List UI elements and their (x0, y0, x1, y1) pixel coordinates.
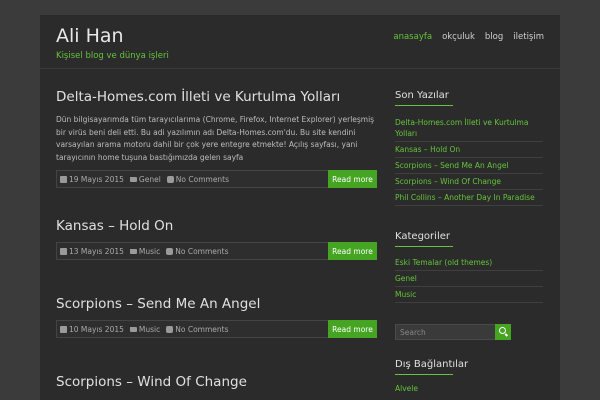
nav-item-blog[interactable]: blog (485, 32, 503, 42)
read-more-button[interactable]: Read more (328, 242, 377, 260)
site-title[interactable]: Ali Han (56, 25, 124, 47)
nav-item-anasayfa[interactable]: anasayfa (393, 32, 432, 42)
post-item: Kansas – Hold On 13 Mayıs 2015 Music No … (56, 218, 377, 260)
recent-posts-list: Delta-Homes.com İlleti ve Kurtulma Yolla… (395, 115, 543, 206)
widget-title-links: Dış Bağlantılar (395, 359, 468, 375)
folder-icon (129, 326, 137, 332)
recent-post-link[interactable]: Scorpions – Send Me An Angel (395, 158, 543, 174)
post-title[interactable]: Scorpions – Wind Of Change (56, 374, 376, 390)
post-item: Delta-Homes.com İlleti ve Kurtulma Yolla… (56, 89, 377, 188)
read-more-button[interactable]: Read more (328, 170, 377, 188)
calendar-icon (60, 247, 67, 255)
site-header: Ali Han Kişisel blog ve dünya işleri ana… (40, 15, 560, 69)
post-meta: 10 Mayıs 2015 Music No Comments Read mor… (56, 320, 377, 338)
post-date[interactable]: 10 Mayıs 2015 (69, 325, 124, 334)
recent-post-link[interactable]: Scorpions – Wind Of Change (395, 174, 543, 190)
post-category[interactable]: Music (139, 325, 160, 334)
read-more-button[interactable]: Read more (328, 320, 377, 338)
post-category[interactable]: Genel (139, 175, 161, 184)
external-link[interactable]: Alvele (395, 381, 543, 396)
site-description: Kişisel blog ve dünya işleri (56, 51, 169, 61)
post-item: Scorpions – Send Me An Angel 10 Mayıs 20… (56, 296, 377, 338)
main-nav: anasayfa okçuluk blog iletişim (383, 32, 544, 42)
post-excerpt: Dün bilgisayarımda tüm tarayıcılarıma (C… (56, 115, 375, 162)
post-title[interactable]: Delta-Homes.com İlleti ve Kurtulma Yolla… (56, 89, 376, 105)
categories-list: Eski Temalar (old themes) Genel Music (395, 255, 543, 303)
nav-item-okculuk[interactable]: okçuluk (442, 32, 475, 42)
comment-icon (166, 247, 174, 255)
post-item: Scorpions – Wind Of Change (56, 374, 376, 390)
post-comments[interactable]: No Comments (175, 247, 228, 256)
comment-icon (166, 175, 174, 183)
post-date[interactable]: 13 Mayıs 2015 (69, 247, 124, 256)
nav-item-iletisim[interactable]: iletişim (513, 32, 544, 42)
recent-post-link[interactable]: Delta-Homes.com İlleti ve Kurtulma Yolla… (395, 115, 543, 142)
post-meta: 13 Mayıs 2015 Music No Comments Read mor… (56, 242, 377, 260)
post-comments[interactable]: No Comments (176, 175, 229, 184)
recent-post-link[interactable]: Phil Collins – Another Day In Paradise (395, 190, 543, 206)
calendar-icon (60, 325, 67, 333)
folder-icon (129, 248, 137, 254)
recent-post-link[interactable]: Kansas – Hold On (395, 142, 543, 158)
category-link[interactable]: Genel (395, 271, 543, 287)
post-meta: 19 Mayıs 2015 Genel No Comments Read mor… (56, 170, 377, 188)
post-title[interactable]: Scorpions – Send Me An Angel (56, 296, 376, 312)
widget-title-categories: Kategoriler (395, 231, 453, 247)
category-link[interactable]: Eski Temalar (old themes) (395, 255, 543, 271)
links-list: Alvele (395, 381, 543, 396)
post-date[interactable]: 19 Mayıs 2015 (69, 175, 124, 184)
post-comments[interactable]: No Comments (175, 325, 228, 334)
page-container: Ali Han Kişisel blog ve dünya işleri ana… (40, 15, 560, 400)
calendar-icon (60, 175, 67, 183)
comment-icon (166, 325, 174, 333)
search-button[interactable] (495, 324, 511, 340)
folder-icon (129, 176, 137, 182)
post-title[interactable]: Kansas – Hold On (56, 218, 376, 234)
widget-title-recent: Son Yazılar (395, 90, 453, 106)
search-input[interactable]: Search (395, 324, 511, 340)
category-link[interactable]: Music (395, 287, 543, 303)
post-category[interactable]: Music (139, 247, 160, 256)
